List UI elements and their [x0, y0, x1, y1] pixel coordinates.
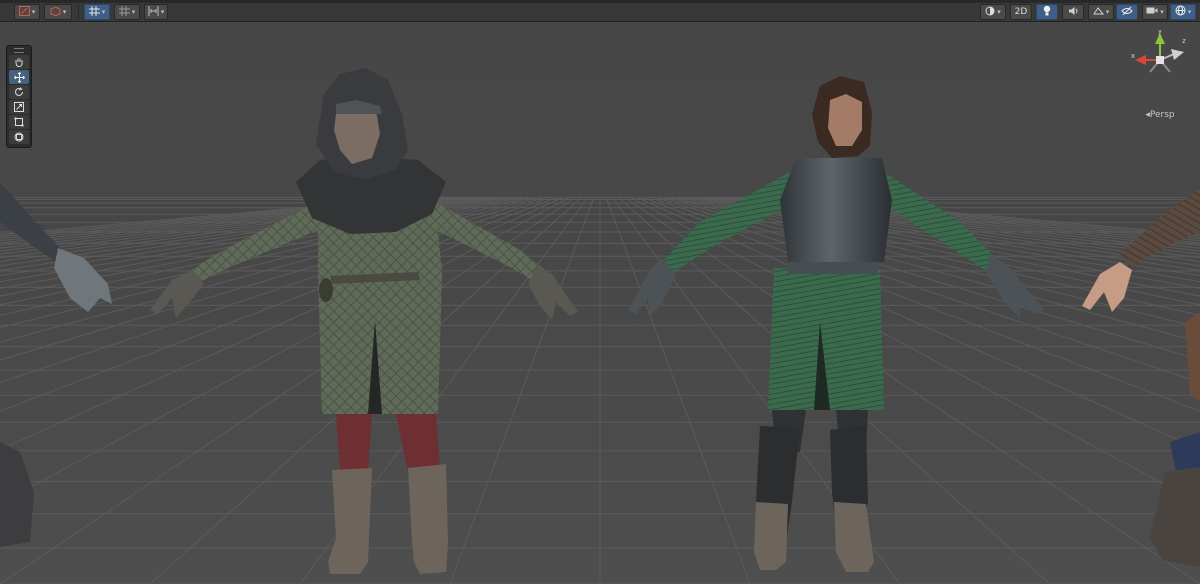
- chevron-down-icon: ▾: [1187, 8, 1192, 16]
- scene-viewport[interactable]: y x z ◂Persp: [0, 22, 1200, 584]
- gizmos-dropdown[interactable]: ▾: [1170, 4, 1196, 20]
- gizmo-x-axis[interactable]: x: [1131, 52, 1160, 65]
- transform-icon: [14, 132, 24, 142]
- chevron-down-icon: ▾: [62, 8, 67, 16]
- chevron-down-icon: ▾: [160, 8, 165, 16]
- gizmo-z-label: z: [1182, 37, 1186, 45]
- chevron-down-icon: ▾: [1105, 8, 1110, 16]
- rotate-tool-button[interactable]: [9, 85, 29, 99]
- hand-tool-button[interactable]: [9, 55, 29, 69]
- toolbar-divider: [78, 4, 79, 20]
- rect-tool-button[interactable]: [9, 115, 29, 129]
- draw-mode-dropdown[interactable]: ▾: [14, 4, 40, 20]
- snap-increment-dropdown[interactable]: ▾: [114, 4, 140, 20]
- align-dropdown[interactable]: ▾: [144, 4, 168, 20]
- move-tool-button[interactable]: [9, 70, 29, 84]
- gizmo-center-cube[interactable]: [1156, 56, 1164, 64]
- rotate-icon: [14, 87, 24, 97]
- shading-mode-dropdown[interactable]: ▾: [980, 4, 1006, 20]
- gizmo-x-label: x: [1131, 52, 1135, 60]
- rect-icon: [14, 117, 24, 127]
- draw-mode-icon: [18, 5, 30, 19]
- align-icon: [148, 5, 159, 19]
- tools-overlay: [6, 45, 32, 148]
- move-arrows-icon: [13, 71, 25, 83]
- chevron-down-icon: ▾: [31, 8, 36, 16]
- mode-2d-toggle[interactable]: 2D: [1010, 4, 1032, 20]
- scene-visibility-toggle[interactable]: [1116, 4, 1138, 20]
- eye-slash-icon: [1121, 6, 1133, 19]
- window-top-strip: [0, 0, 1200, 3]
- speaker-icon: [1068, 6, 1079, 19]
- mode-2d-label: 2D: [1014, 7, 1028, 17]
- scene-render: [0, 22, 1200, 584]
- projection-toggle[interactable]: ◂Persp: [1135, 110, 1185, 120]
- globe-icon: [1175, 5, 1186, 19]
- chevron-down-icon: ▾: [1160, 8, 1164, 16]
- gizmo-y-label: y: [1158, 30, 1162, 35]
- effects-icon: [1092, 6, 1104, 19]
- sphere-icon: [985, 6, 995, 19]
- transform-tool-button[interactable]: [9, 130, 29, 144]
- lightbulb-icon: [1043, 5, 1051, 19]
- scale-icon: [14, 102, 24, 112]
- camera-settings-dropdown[interactable]: ▾: [1142, 4, 1168, 20]
- orientation-gizmo[interactable]: y x z: [1130, 30, 1190, 94]
- chevron-down-icon: ▾: [997, 8, 1001, 16]
- camera-icon: [1146, 6, 1158, 18]
- effects-dropdown[interactable]: ▾: [1088, 4, 1114, 20]
- lighting-toggle[interactable]: [1036, 4, 1058, 20]
- gizmo-y-axis[interactable]: y: [1155, 30, 1165, 60]
- grid-snap-toggle[interactable]: ▾: [84, 4, 110, 20]
- hand-icon: [14, 57, 24, 67]
- chevron-down-icon: ▾: [101, 8, 106, 16]
- scale-tool-button[interactable]: [9, 100, 29, 114]
- projection-label: Persp: [1149, 110, 1175, 120]
- audio-toggle[interactable]: [1062, 4, 1084, 20]
- snap-icon: [118, 5, 130, 19]
- overlay-drag-handle[interactable]: [9, 47, 29, 54]
- scene-toolbar: ▾ ▾ ▾ ▾ ▾ ▾ 2D ▾ ▾ ▾: [0, 0, 1200, 22]
- chevron-down-icon: ▾: [131, 8, 136, 16]
- grid-icon: [88, 5, 100, 19]
- cube-icon: [50, 5, 61, 19]
- render-mode-dropdown[interactable]: ▾: [44, 4, 72, 20]
